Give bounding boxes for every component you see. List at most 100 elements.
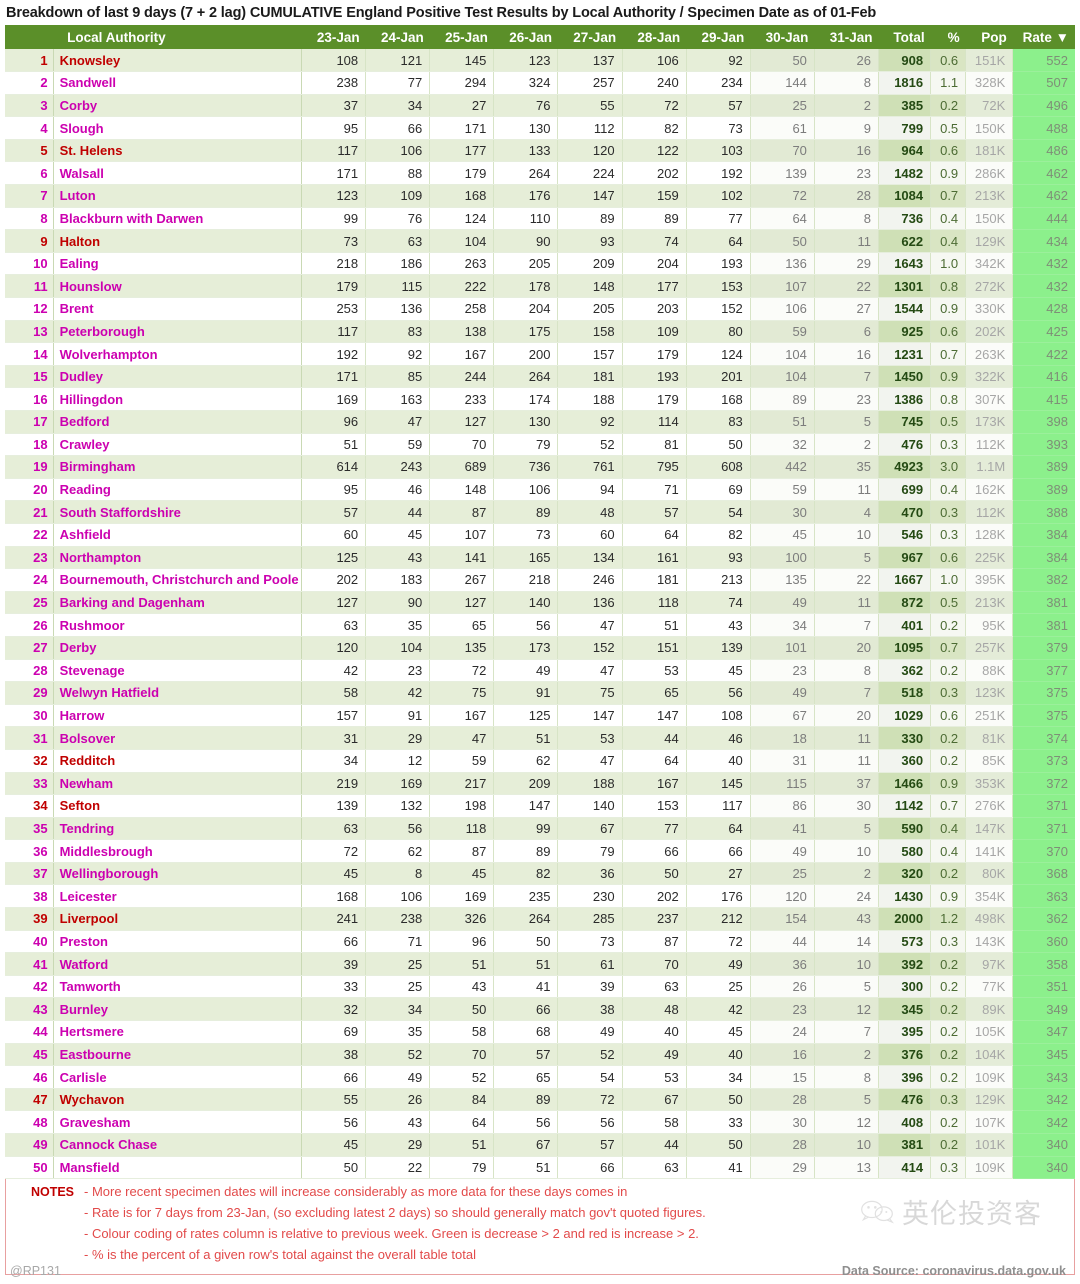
table-row[interactable]: 47 Wychavon 55 26 84 89 72 67 50 28 5 476 0.3 129K 342 — [5, 1088, 1075, 1112]
table-row[interactable]: 36 Middlesbrough 72 62 87 89 79 66 66 49 10 580 0.4 1… — [5, 839, 1075, 863]
table-row[interactable]: 34 Sefton 139 132 198 147 140 153 117 86 30 1142 0.7… — [5, 794, 1075, 818]
table-row[interactable]: 46 Carlisle 66 49 52 65 54 53 34 15 8 396 0.2 109K 343 — [5, 1065, 1075, 1089]
column-header-day-5[interactable]: 27-Jan — [557, 25, 623, 49]
row-rate: 496 — [1012, 94, 1075, 118]
row-population: 213K — [965, 184, 1014, 208]
table-row[interactable]: 4 Slough 95 66 171 130 112 82 73 61 9 799 0.5 150K 488 — [5, 116, 1075, 140]
column-header-day-7[interactable]: 29-Jan — [686, 25, 751, 49]
row-total: 385 — [878, 94, 932, 118]
table-row[interactable]: 20 Reading 95 46 148 106 94 71 69 59 11 699 0.4 162K 3… — [5, 478, 1075, 502]
column-header-day-8[interactable]: 30-Jan — [750, 25, 815, 49]
row-rate: 381 — [1012, 591, 1075, 615]
table-row[interactable]: 28 Stevenage 42 23 72 49 47 53 45 23 8 362 0.2 88K 377 — [5, 659, 1075, 683]
column-header-percent[interactable]: % — [930, 25, 966, 49]
row-day-3: 127 — [429, 410, 495, 434]
table-row[interactable]: 43 Burnley 32 34 50 66 38 48 42 23 12 345 0.2 89K 349 — [5, 997, 1075, 1022]
table-row[interactable]: 3 Corby 37 34 27 76 55 72 57 25 2 385 0.2 72K 496 — [5, 94, 1075, 118]
row-percent: 0.9 — [930, 772, 967, 796]
row-day-6: 89 — [622, 207, 687, 231]
table-row[interactable]: 19 Birmingham 614 243 689 736 761 795 608 442 35 49… — [5, 455, 1075, 479]
column-header-day-9[interactable]: 31-Jan — [814, 25, 879, 49]
table-row[interactable]: 22 Ashfield 60 45 107 73 60 64 82 45 10 546 0.3 128K 3… — [5, 523, 1075, 547]
table-row[interactable]: 25 Barking and Dagenham 127 90 127 140 136 118 7… — [5, 591, 1075, 615]
row-day-2: 23 — [365, 659, 431, 683]
table-row[interactable]: 8 Blackburn with Darwen 99 76 124 110 89 89 77 64… — [5, 207, 1075, 231]
row-day-6: 203 — [622, 297, 687, 321]
column-header-day-3[interactable]: 25-Jan — [429, 25, 494, 49]
table-row[interactable]: 14 Wolverhampton 192 92 167 200 157 179 124 104 16… — [5, 342, 1075, 366]
table-row[interactable]: 12 Brent 253 136 258 204 205 203 152 106 27 1544 0.9… — [5, 297, 1075, 321]
table-row[interactable]: 2 Sandwell 238 77 294 324 257 240 234 144 8 1816 1.1… — [5, 71, 1075, 95]
row-rate: 388 — [1012, 500, 1075, 524]
table-row[interactable]: 6 Walsall 171 88 179 264 224 202 192 139 23 1482 0.9… — [5, 161, 1075, 186]
table-row[interactable]: 32 Redditch 34 12 59 62 47 64 40 31 11 360 0.2 85K 373 — [5, 749, 1075, 773]
table-row[interactable]: 21 South Staffordshire 57 44 87 89 48 57 54 30 4 47… — [5, 500, 1075, 524]
table-row[interactable]: 37 Wellingborough 45 8 45 82 36 50 27 25 2 320 0.2 80… — [5, 862, 1075, 886]
row-total: 1544 — [878, 297, 932, 321]
table-row[interactable]: 39 Liverpool 241 238 326 264 285 237 212 154 43 200… — [5, 907, 1075, 931]
table-row[interactable]: 44 Hertsmere 69 35 58 68 49 40 45 24 7 395 0.2 105K 34… — [5, 1020, 1075, 1044]
row-day-4: 56 — [493, 613, 559, 637]
column-header-population[interactable]: Pop — [965, 25, 1013, 49]
row-day-2: 71 — [365, 930, 431, 954]
row-rate: 342 — [1012, 1088, 1075, 1112]
row-rank: 8 — [5, 207, 54, 231]
table-row[interactable]: 24 Bournemouth, Christchurch and Poole 202… — [5, 568, 1075, 592]
table-row[interactable]: 38 Leicester 168 106 169 235 230 202 176 120 24 143… — [5, 884, 1075, 909]
row-local-authority: Leicester — [53, 884, 303, 909]
column-header-day-4[interactable]: 26-Jan — [493, 25, 558, 49]
column-header-local-authority[interactable]: Local Authority — [53, 25, 302, 49]
row-day-6: 64 — [622, 749, 687, 773]
table-row[interactable]: 41 Watford 39 25 51 51 61 70 49 36 10 392 0.2 97K 358 — [5, 952, 1075, 976]
table-row[interactable]: 11 Hounslow 179 115 222 178 148 177 153 107 22 1301… — [5, 274, 1075, 299]
row-day-1: 238 — [301, 71, 367, 95]
table-row[interactable]: 35 Tendring 63 56 118 99 67 77 64 41 5 590 0.4 147K 37… — [5, 817, 1075, 841]
column-header-rate[interactable]: Rate ▼ — [1012, 25, 1075, 49]
row-rate: 340 — [1012, 1133, 1075, 1157]
table-row[interactable]: 48 Gravesham 56 43 64 56 56 58 33 30 12 408 0.2 107K 3… — [5, 1110, 1075, 1134]
row-day-1: 96 — [301, 410, 367, 434]
row-local-authority: Ashfield — [53, 523, 303, 547]
column-header-day-6[interactable]: 28-Jan — [622, 25, 687, 49]
row-day-3: 65 — [429, 613, 495, 637]
table-row[interactable]: 5 St. Helens 117 106 177 133 120 122 103 70 16 964 0… — [5, 139, 1075, 163]
row-day-5: 53 — [557, 726, 623, 750]
table-row[interactable]: 50 Mansfield 50 22 79 51 66 63 41 29 13 414 0.3 109K 3… — [5, 1156, 1075, 1180]
table-row[interactable]: 1 Knowsley 108 121 145 123 137 106 92 50 26 908 0.6 1… — [5, 49, 1075, 73]
row-day-1: 127 — [301, 591, 367, 615]
table-row[interactable]: 42 Tamworth 33 25 43 41 39 63 25 26 5 300 0.2 77K 351 — [5, 975, 1075, 999]
row-percent: 0.3 — [930, 1088, 967, 1112]
column-header-day-1[interactable]: 23-Jan — [301, 25, 366, 49]
row-rank: 15 — [5, 365, 54, 389]
table-row[interactable]: 27 Derby 120 104 135 173 152 151 139 101 20 1095 0.7… — [5, 636, 1075, 660]
row-day-lag-8: 135 — [750, 568, 815, 592]
table-row[interactable]: 33 Newham 219 169 217 209 188 167 145 115 37 1466 0.… — [5, 772, 1075, 796]
table-row[interactable]: 15 Dudley 171 85 244 264 181 193 201 104 7 1450 0.9 3… — [5, 365, 1075, 389]
row-day-6: 204 — [622, 252, 687, 276]
table-row[interactable]: 18 Crawley 51 59 70 79 52 81 50 32 2 476 0.3 112K 393 — [5, 433, 1075, 457]
row-percent: 0.9 — [930, 297, 967, 321]
table-row[interactable]: 16 Hillingdon 169 163 233 174 188 179 168 89 23 138… — [5, 387, 1075, 411]
table-row[interactable]: 7 Luton 123 109 168 176 147 159 102 72 28 1084 0.7 21… — [5, 184, 1075, 208]
table-row[interactable]: 49 Cannock Chase 45 29 51 67 57 44 50 28 10 381 0.2 1… — [5, 1133, 1075, 1157]
table-row[interactable]: 29 Welwyn Hatfield 58 42 75 91 75 65 56 49 7 518 0.3… — [5, 681, 1075, 705]
row-day-2: 42 — [365, 681, 431, 705]
table-row[interactable]: 26 Rushmoor 63 35 65 56 47 51 43 34 7 401 0.2 95K 381 — [5, 613, 1075, 637]
table-row[interactable]: 13 Peterborough 117 83 138 175 158 109 80 59 6 925 0… — [5, 320, 1075, 344]
table-row[interactable]: 17 Bedford 96 47 127 130 92 114 83 51 5 745 0.5 173K 3… — [5, 410, 1075, 434]
row-day-2: 186 — [365, 252, 431, 276]
row-total: 1643 — [878, 252, 932, 276]
table-row[interactable]: 31 Bolsover 31 29 47 51 53 44 46 18 11 330 0.2 81K 374 — [5, 726, 1075, 750]
table-row[interactable]: 9 Halton 73 63 104 90 93 74 64 50 11 622 0.4 129K 434 — [5, 229, 1075, 253]
table-row[interactable]: 45 Eastbourne 38 52 70 57 52 49 40 16 2 376 0.2 104K 3… — [5, 1043, 1075, 1067]
row-day-6: 109 — [622, 320, 687, 344]
row-day-2: 132 — [365, 794, 431, 818]
table-row[interactable]: 10 Ealing 218 186 263 205 209 204 193 136 29 1643 1.… — [5, 252, 1075, 276]
row-day-5: 181 — [557, 365, 623, 389]
row-day-7: 43 — [686, 613, 751, 637]
table-row[interactable]: 23 Northampton 125 43 141 165 134 161 93 100 5 967 0… — [5, 546, 1075, 570]
table-row[interactable]: 30 Harrow 157 91 167 125 147 147 108 67 20 1029 0.6 2… — [5, 704, 1075, 728]
column-header-day-2[interactable]: 24-Jan — [365, 25, 430, 49]
column-header-total[interactable]: Total — [878, 25, 931, 49]
table-row[interactable]: 40 Preston 66 71 96 50 73 87 72 44 14 573 0.3 143K 360 — [5, 930, 1075, 954]
